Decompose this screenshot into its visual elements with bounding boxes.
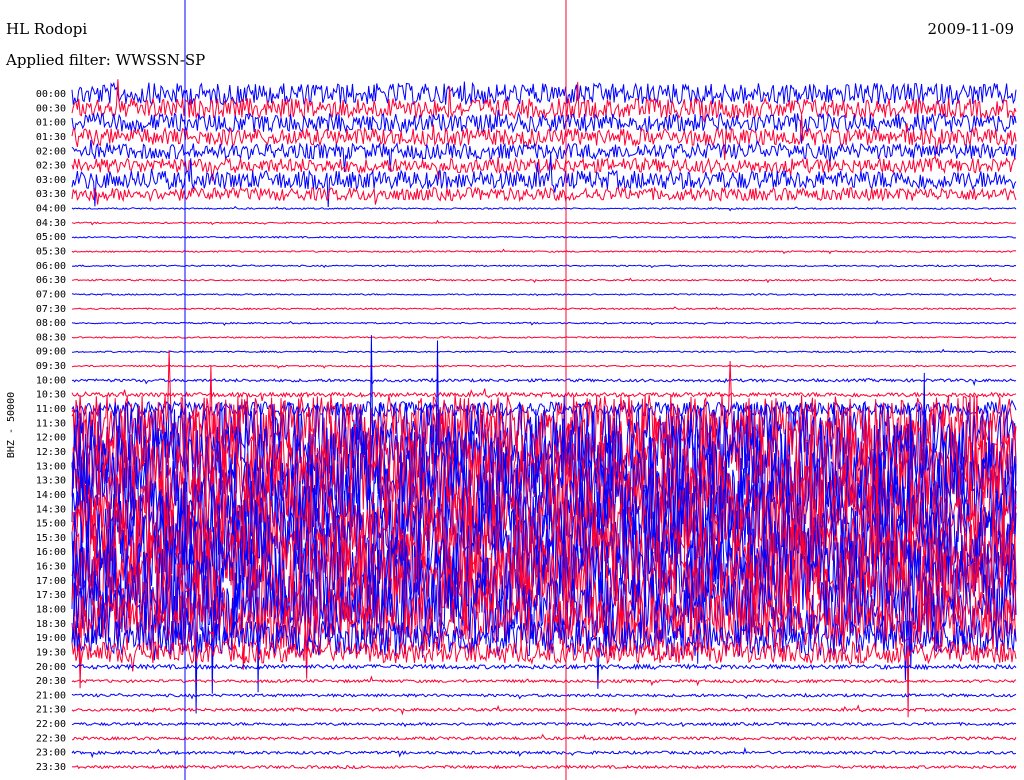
- helicorder-plot: 00:00 00:30 01:00 01:30 02:00 02:30 03:00 03:30…: [6, 0, 1017, 780]
- time-tick-label: 03:00: [36, 175, 66, 186]
- trace-layer: [71, 0, 1017, 780]
- trace-row: [71, 293, 1017, 297]
- time-tick-label: 02:30: [36, 161, 66, 172]
- time-tick-label: 20:30: [36, 676, 66, 687]
- time-tick-label: 04:00: [36, 204, 66, 215]
- time-tick-label: 11:00: [36, 404, 66, 415]
- trace-row: [71, 219, 1017, 226]
- time-tick-label: 13:00: [36, 461, 66, 472]
- trace-row: [71, 205, 1017, 212]
- trace-row: [71, 692, 1017, 700]
- time-tick-label: 04:30: [36, 218, 66, 229]
- trace-row: [71, 277, 1017, 284]
- time-tick-label: 09:00: [36, 347, 66, 358]
- time-tick-label: 15:30: [36, 533, 66, 544]
- trace-row: [71, 764, 1017, 770]
- trace-row: [71, 675, 1017, 687]
- time-tick-label: 09:30: [36, 361, 66, 372]
- trace-row: [72, 733, 1017, 741]
- time-tick-label: 16:30: [36, 562, 66, 573]
- time-tick-label: 08:30: [36, 332, 66, 343]
- trace-row: [71, 663, 1017, 671]
- time-tick-label: 07:00: [36, 289, 66, 300]
- time-tick-label: 23:00: [36, 748, 66, 759]
- time-tick-label: 11:30: [36, 418, 66, 429]
- time-tick-label: 12:00: [36, 433, 66, 444]
- time-tick-label: 15:00: [36, 519, 66, 530]
- time-tick-label: 12:30: [36, 447, 66, 458]
- trace-row: [71, 186, 1017, 205]
- trace-row: [71, 364, 1016, 369]
- time-tick-labels: 00:00 00:30 01:00 01:30 02:00 02:30 03:00 03:30…: [36, 89, 66, 773]
- trace-row: [71, 704, 1016, 716]
- time-tick-label: 18:00: [36, 604, 66, 615]
- time-tick-label: 01:00: [36, 118, 66, 129]
- time-tick-label: 16:00: [36, 547, 66, 558]
- time-tick-label: 14:00: [36, 490, 66, 501]
- trace-row: [71, 264, 1017, 269]
- time-tick-label: 19:00: [36, 633, 66, 644]
- time-tick-label: 10:00: [36, 375, 66, 386]
- time-tick-label: 17:00: [36, 576, 66, 587]
- time-tick-label: 13:30: [36, 476, 66, 487]
- trace-row: [71, 248, 1017, 255]
- time-tick-label: 06:30: [36, 275, 66, 286]
- time-tick-label: 00:00: [36, 89, 66, 100]
- trace-row: [71, 388, 1017, 402]
- time-tick-label: 23:30: [36, 762, 66, 773]
- time-tick-label: 20:00: [36, 662, 66, 673]
- time-tick-label: 06:00: [36, 261, 66, 272]
- time-tick-label: 01:30: [36, 132, 66, 143]
- trace-row: [71, 306, 1017, 311]
- trace-row: [71, 721, 1017, 728]
- trace-row: [71, 377, 1017, 387]
- trace-row: [71, 746, 1017, 759]
- time-tick-label: 02:00: [36, 146, 66, 157]
- trace-row: [71, 235, 1016, 239]
- trace-row: [71, 81, 1017, 107]
- time-tick-label: 05:00: [36, 232, 66, 243]
- time-tick-label: 19:30: [36, 647, 66, 658]
- time-tick-label: 22:00: [36, 719, 66, 730]
- time-tick-label: 14:30: [36, 504, 66, 515]
- y-axis-label: BHZ - 50000: [6, 392, 17, 458]
- time-tick-label: 00:30: [36, 103, 66, 114]
- time-tick-label: 07:30: [36, 304, 66, 315]
- time-tick-label: 21:30: [36, 705, 66, 716]
- time-tick-label: 05:30: [36, 247, 66, 258]
- time-tick-label: 17:30: [36, 590, 66, 601]
- time-tick-label: 03:30: [36, 189, 66, 200]
- time-tick-label: 18:30: [36, 619, 66, 630]
- trace-row: [71, 320, 1017, 326]
- trace-row: [71, 153, 1017, 208]
- time-tick-label: 21:00: [36, 690, 66, 701]
- time-tick-label: 22:30: [36, 733, 66, 744]
- trace-row: [71, 335, 1017, 339]
- trace-row: [71, 348, 1017, 354]
- time-tick-label: 08:00: [36, 318, 66, 329]
- time-tick-label: 10:30: [36, 390, 66, 401]
